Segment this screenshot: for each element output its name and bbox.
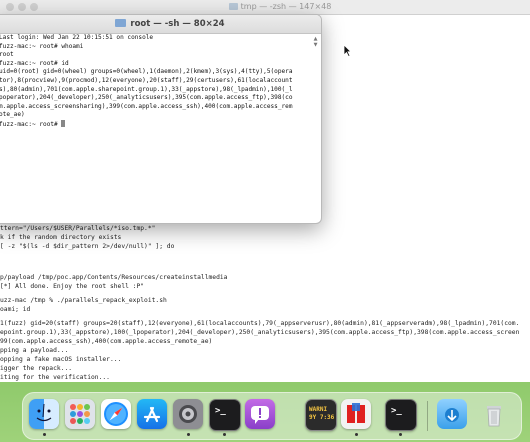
terminal-line: iting for the verification... xyxy=(0,374,110,381)
terminal-line: s),80(admin),701(com.apple.sharepoint.gr… xyxy=(0,85,293,93)
parallels-icon[interactable] xyxy=(341,399,371,429)
feedback-assistant-icon[interactable] xyxy=(245,399,275,429)
dock: >_ WARNI 9Y 7:36 >_ xyxy=(22,392,522,440)
console-icon[interactable]: WARNI 9Y 7:36 xyxy=(305,399,337,431)
safari-icon[interactable] xyxy=(101,399,131,429)
terminal-line: uzz-mac /tmp % ./parallels_repack_exploi… xyxy=(0,297,167,304)
text-cursor xyxy=(61,120,66,127)
terminal-line: igger the repack... xyxy=(0,365,73,372)
terminal-icon[interactable]: >_ xyxy=(209,399,241,431)
terminal-line: k if the random directory exists xyxy=(0,234,122,241)
downloads-folder-icon[interactable] xyxy=(437,399,467,429)
terminal-running-indicator xyxy=(223,433,226,436)
finder-running-indicator xyxy=(43,433,46,436)
terminal-line: ote_ae) xyxy=(0,111,25,119)
folder-icon xyxy=(115,19,127,27)
terminal-line: ttern="/Users/$USER/Parallels/*iso.tmp.*… xyxy=(0,225,156,232)
terminal-line: opping a fake macOS installer... xyxy=(0,356,122,363)
terminal-line: m.apple.access_screensharing),399(com.ap… xyxy=(0,102,293,110)
scroll-down-arrow-icon[interactable]: ▼ xyxy=(313,43,318,48)
terminal-line: p/payload /tmp/poc.app/Contents/Resource… xyxy=(0,274,228,281)
terminal-line: fuzz-mac:~ root# whoami xyxy=(0,42,84,50)
trash-icon[interactable] xyxy=(479,399,509,429)
title-bar[interactable]: root — -sh — 80×24 xyxy=(0,15,321,34)
terminal-line: [*] All done. Enjoy the root shell :P" xyxy=(0,283,145,290)
terminal-output[interactable]: Last login: Wed Jan 22 10:15:51 on conso… xyxy=(0,34,307,222)
terminal-line: epoint.group.1),33(_appstore),100(_lpope… xyxy=(0,329,520,336)
scrollbar[interactable]: ▲ ▼ xyxy=(313,37,318,219)
terminal-line: poperator),204(_developer),250(_analytic… xyxy=(0,94,293,102)
terminal-2-running-indicator xyxy=(399,433,402,436)
terminal-line: root xyxy=(0,51,14,59)
terminal-line: 1(fuzz) gid=20(staff) groups=20(staff),1… xyxy=(0,320,520,327)
terminal-line: pping a payload... xyxy=(0,347,69,354)
system-settings-icon[interactable] xyxy=(173,399,203,429)
window-title: root — -sh — 80×24 xyxy=(105,15,235,33)
terminal-line: 99(com.apple.access_ssh),400(com.apple.a… xyxy=(0,338,213,345)
terminal-line: uid=0(root) gid=0(wheel) groups=0(wheel)… xyxy=(0,68,293,76)
mouse-pointer-icon xyxy=(343,44,352,57)
root-terminal-window[interactable]: root — -sh — 80×24 Last login: Wed Jan 2… xyxy=(0,14,322,224)
terminal-line: oami; id xyxy=(0,306,31,313)
launchpad-icon[interactable] xyxy=(65,399,95,429)
parallels-running-indicator xyxy=(355,433,358,436)
app-store-icon[interactable] xyxy=(137,399,167,429)
dock-separator xyxy=(427,401,428,431)
settings-running-indicator xyxy=(187,433,190,436)
terminal-2-icon[interactable]: >_ xyxy=(385,399,417,431)
finder-icon[interactable] xyxy=(29,399,59,429)
terminal-line: [ -z "$(ls -d $dir_pattern 2>/dev/null)"… xyxy=(0,243,175,250)
terminal-line: fuzz-mac:~ root# id xyxy=(0,59,69,67)
terminal-line: tor),8(procview),9(procmod),12(everyone)… xyxy=(0,77,293,84)
terminal-line: Last login: Wed Jan 22 10:15:51 on conso… xyxy=(0,34,154,41)
terminal-line: fuzz-mac:~ root# xyxy=(0,120,66,130)
